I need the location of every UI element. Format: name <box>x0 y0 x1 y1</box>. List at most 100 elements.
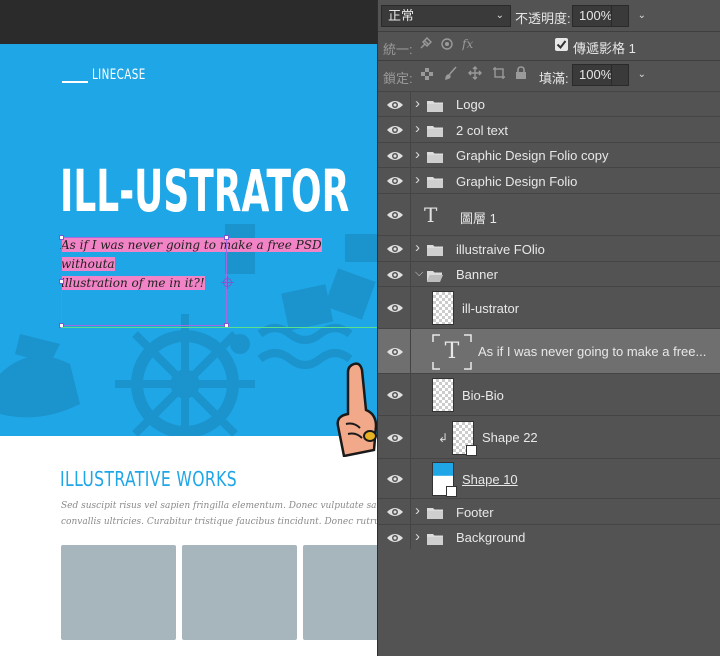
layer-name[interactable]: 2 col text <box>456 123 508 138</box>
portfolio-card <box>182 545 297 640</box>
eye-icon[interactable] <box>386 208 404 222</box>
lock-all-icon[interactable] <box>515 66 527 80</box>
eye-icon[interactable] <box>386 388 404 402</box>
layer-name[interactable]: Banner <box>456 267 498 282</box>
chevron-right-icon[interactable]: › <box>415 171 420 188</box>
layer-name[interactable]: ill-ustrator <box>462 301 519 316</box>
layer-row[interactable]: › Footer <box>378 498 720 524</box>
document-canvas[interactable]: LINECASE ILL-USTRATOR As if I was never … <box>0 0 377 656</box>
fill-slider-button[interactable] <box>611 64 630 86</box>
lock-transparent-icon[interactable] <box>421 68 433 80</box>
propagate-label: 傳遞影格 1 <box>573 41 636 56</box>
layer-row[interactable]: › Background <box>378 524 720 549</box>
layer-name[interactable]: 圖層 1 <box>460 208 497 227</box>
layer-name[interactable]: Shape 10 <box>462 472 518 487</box>
fx-icon[interactable]: fx <box>462 37 480 51</box>
eye-icon[interactable] <box>386 149 404 163</box>
canvas-top-bar <box>0 0 377 44</box>
transform-handle-tr[interactable] <box>224 235 229 240</box>
row-divider <box>410 262 411 286</box>
eye-icon[interactable] <box>386 301 404 315</box>
layer-name[interactable]: Logo <box>456 97 485 112</box>
eye-icon[interactable] <box>386 431 404 445</box>
layer-row[interactable]: › 2 col text <box>378 116 720 142</box>
chevron-right-icon[interactable]: › <box>415 120 420 137</box>
layer-name[interactable]: Shape 22 <box>482 430 538 445</box>
chevron-right-icon[interactable]: › <box>415 239 420 256</box>
portfolio-card <box>61 545 176 640</box>
layer-name[interactable]: Graphic Design Folio copy <box>456 148 608 163</box>
folder-icon <box>427 269 443 282</box>
layer-row[interactable]: › Graphic Design Folio <box>378 167 720 193</box>
layer-name[interactable]: Footer <box>456 505 494 520</box>
layer-row[interactable]: Shape 10 <box>378 458 720 498</box>
layer-name[interactable]: Graphic Design Folio <box>456 174 577 189</box>
layer-row[interactable]: › illustraive FOlio <box>378 235 720 261</box>
folder-icon <box>427 506 443 519</box>
svg-text:fx: fx <box>462 37 473 51</box>
chevron-right-icon[interactable]: › <box>415 146 420 163</box>
layer-name[interactable]: Background <box>456 530 525 545</box>
lock-label: 鎖定: <box>383 71 413 86</box>
blend-mode-value: 正常 <box>388 8 415 23</box>
eye-icon[interactable] <box>386 505 404 519</box>
layer-name[interactable]: As if I was never going to make a free..… <box>478 344 706 359</box>
layer-thumbnail <box>432 378 454 412</box>
row-divider <box>410 168 411 193</box>
layer-row[interactable]: ↲ Shape 22 <box>378 415 720 458</box>
chevron-right-icon[interactable]: › <box>415 528 420 545</box>
lock-brush-icon[interactable] <box>444 66 458 80</box>
chevron-down-icon[interactable]: ⌵ <box>415 267 423 280</box>
position-pin-icon[interactable] <box>418 37 432 51</box>
unify-label: 統一: <box>383 42 413 57</box>
row-divider <box>410 236 411 261</box>
row-divider <box>410 117 411 142</box>
transform-reference-point-icon[interactable] <box>221 276 234 289</box>
text-layer-icon: T <box>432 333 472 370</box>
eye-icon[interactable] <box>386 472 404 486</box>
lock-move-icon[interactable] <box>468 66 482 80</box>
lock-artboard-icon[interactable] <box>492 66 506 80</box>
layer-row[interactable]: T As if I was never going to make a free.… <box>378 328 720 373</box>
opacity-slider-button[interactable] <box>611 5 630 27</box>
layer-name[interactable]: illustraive FOlio <box>456 242 545 257</box>
layer-row[interactable]: Bio-Bio <box>378 373 720 415</box>
layer-name[interactable]: Bio-Bio <box>462 388 504 403</box>
chevron-down-icon: ⌄ <box>637 69 646 80</box>
transform-handle-tl[interactable] <box>59 235 64 240</box>
folder-icon <box>427 243 443 256</box>
layer-row[interactable]: › Graphic Design Folio copy <box>378 142 720 167</box>
body-line-2: convallis ultricies. Curabitur tristique… <box>61 517 377 527</box>
hero-title: ILL-USTRATOR <box>60 157 350 225</box>
eye-icon[interactable] <box>386 123 404 137</box>
visibility-icon[interactable] <box>440 37 454 51</box>
eye-icon[interactable] <box>386 98 404 112</box>
eye-icon[interactable] <box>386 531 404 545</box>
text-selection-box[interactable] <box>61 237 227 326</box>
checkmark-icon <box>556 40 567 50</box>
layer-row[interactable]: › Logo <box>378 91 720 116</box>
transform-handle-ml[interactable] <box>59 279 64 284</box>
layer-row[interactable]: ill-ustrator <box>378 286 720 328</box>
row-divider <box>410 459 411 498</box>
layer-thumbnail <box>432 291 454 325</box>
divider <box>378 60 720 61</box>
layers-panel: 正常 ⌄ 不透明度: 100% ⌄ 統一: fx 傳遞影格 1 鎖定: 填滿: … <box>377 0 720 656</box>
divider <box>378 31 720 32</box>
folder-icon <box>427 175 443 188</box>
eye-icon[interactable] <box>386 174 404 188</box>
eye-icon[interactable] <box>386 242 404 256</box>
folder-icon <box>427 99 443 112</box>
pointing-hand-illustration <box>336 362 377 457</box>
propagate-checkbox[interactable] <box>555 38 568 51</box>
blend-mode-select[interactable]: 正常 ⌄ <box>381 5 511 27</box>
layer-row[interactable]: T 圖層 1 <box>378 193 720 235</box>
eye-icon[interactable] <box>386 268 404 282</box>
row-divider <box>410 92 411 116</box>
layer-row[interactable]: ⌵ Banner <box>378 261 720 286</box>
chevron-right-icon[interactable]: › <box>415 95 420 112</box>
fill-value: 100% <box>579 67 613 82</box>
opacity-value: 100% <box>579 8 613 23</box>
chevron-right-icon[interactable]: › <box>415 502 420 519</box>
eye-icon[interactable] <box>386 345 404 359</box>
